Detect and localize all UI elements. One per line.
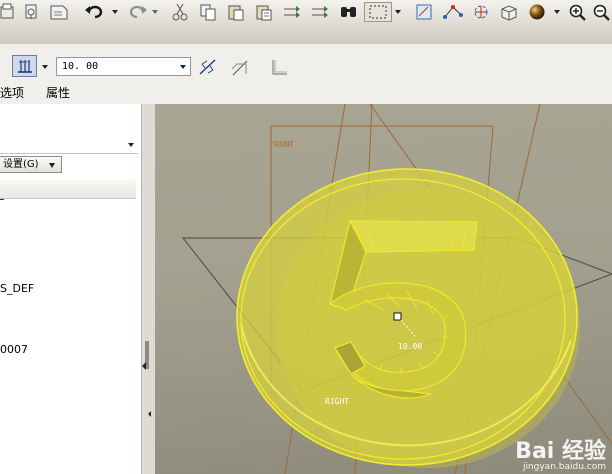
coin-outer-face — [236, 168, 578, 466]
zoom-in-icon[interactable] — [568, 2, 588, 22]
tab-options[interactable]: 选项 — [0, 84, 24, 101]
settings-label: 设置(G) — [3, 159, 39, 170]
undo-icon[interactable] — [84, 2, 108, 22]
watermark-url: jingyan.baidu.com — [522, 462, 606, 472]
zoom-out-icon[interactable] — [592, 2, 612, 22]
panel-splitter[interactable] — [141, 104, 156, 474]
paste-icon[interactable] — [226, 2, 246, 22]
graphics-viewport[interactable]: FRONT RIGHT 10.00 Bai 经验 jingyan.baidu.c… — [155, 104, 612, 474]
tab-properties[interactable]: 属性 — [46, 84, 70, 101]
sketch-display-icon[interactable] — [414, 2, 436, 22]
tree-column-header — [0, 180, 136, 199]
depth-value-dropdown-icon[interactable] — [180, 65, 186, 69]
redo-dropdown-icon[interactable] — [150, 2, 160, 22]
extrude-dashboard: 10. 00 选项 属性 — [0, 44, 612, 105]
tree-item-def[interactable]: S_DEF — [0, 282, 34, 295]
model-tree-combo[interactable] — [0, 136, 138, 154]
copy-icon[interactable] — [198, 2, 218, 22]
depth-option-dropdown-icon[interactable] — [42, 65, 48, 69]
model-tree-panel: 设置(G) S_DEF 0007 — [0, 104, 142, 474]
model-tree-dropdown-icon[interactable] — [128, 143, 134, 147]
save-icon[interactable] — [22, 2, 42, 22]
spin-center-icon[interactable] — [470, 2, 492, 22]
cut-icon[interactable] — [170, 2, 190, 22]
watermark-logo: Bai 经验 — [515, 439, 606, 464]
depth-dimension-label: 10.00 — [398, 342, 422, 351]
remove-material-icon[interactable] — [230, 57, 252, 80]
print-icon[interactable] — [0, 2, 16, 22]
settings-button[interactable]: 设置(G) — [0, 156, 62, 173]
undo-dropdown-icon[interactable] — [110, 2, 120, 22]
settings-dropdown-icon — [49, 163, 55, 168]
send-icon[interactable] — [48, 2, 72, 22]
selected-point — [393, 312, 402, 321]
front-datum-label: FRONT — [270, 140, 294, 149]
select-dropdown-icon[interactable] — [393, 2, 403, 22]
right-datum-label: RIGHT — [325, 397, 349, 406]
blind-depth-icon — [17, 60, 32, 73]
appearance-dropdown-icon[interactable] — [552, 2, 562, 22]
dashboard-bar — [0, 26, 612, 45]
watermark: Bai 经验 jingyan.baidu.com — [515, 441, 606, 472]
model-graphics: FRONT RIGHT 10.00 — [181, 104, 612, 474]
redo-icon[interactable] — [124, 2, 148, 22]
paste-special-icon[interactable] — [254, 2, 274, 22]
depth-value: 10. 00 — [62, 61, 99, 72]
find-icon[interactable] — [338, 2, 360, 22]
tree-connector — [0, 199, 4, 200]
appearance-icon[interactable] — [526, 2, 548, 22]
select-box-icon[interactable] — [364, 2, 392, 22]
thicken-sketch-icon[interactable] — [270, 58, 290, 79]
flip-direction-icon[interactable] — [198, 58, 218, 79]
regenerate-icon[interactable] — [282, 2, 304, 22]
datum-point-icon[interactable] — [442, 2, 464, 22]
regen-manager-icon[interactable] — [310, 2, 332, 22]
main-toolbar — [0, 0, 612, 27]
view-orient-icon[interactable] — [498, 2, 520, 22]
depth-option-button[interactable] — [12, 55, 37, 77]
depth-value-field[interactable]: 10. 00 — [56, 57, 191, 76]
tree-item-0007[interactable]: 0007 — [0, 343, 28, 356]
